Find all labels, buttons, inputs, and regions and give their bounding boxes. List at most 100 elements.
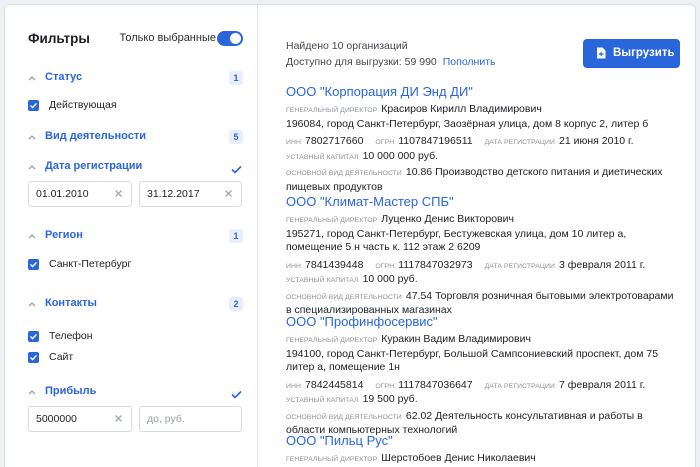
reg-date-value: 7 февраля 2011 г. bbox=[559, 378, 646, 391]
organization-card: ООО "Профинфосервис" Генеральный директо… bbox=[286, 314, 681, 438]
section-status-badge: 1 bbox=[229, 71, 243, 85]
app-frame: Фильтры Только выбранные Статус 1 Действ… bbox=[4, 4, 696, 467]
capital-value: 19 500 руб. bbox=[362, 393, 418, 405]
upload-button-label: Выгрузить bbox=[613, 47, 675, 59]
checkbox-region-spb-label: Санкт-Петербург bbox=[49, 258, 132, 270]
director-label: Генеральный директор bbox=[286, 337, 378, 344]
organization-card: ООО "Корпорация ДИ Энд ДИ" Генеральный д… bbox=[286, 84, 681, 194]
section-region-badge: 1 bbox=[229, 229, 243, 243]
profit-to-input[interactable]: до, руб. bbox=[139, 406, 242, 432]
ids-line: ИНН 7841439448 ОГРН 1117847032973 Дата регис… bbox=[286, 259, 681, 274]
section-contacts-badge: 2 bbox=[229, 297, 243, 311]
capital-line: Уставный капитал 10 000 руб. bbox=[286, 273, 681, 288]
capital-label: Уставный капитал bbox=[286, 153, 359, 161]
inn-value: 7842445814 bbox=[305, 378, 364, 391]
section-contacts[interactable]: Контакты 2 bbox=[28, 297, 243, 313]
section-activity-badge: 5 bbox=[229, 130, 243, 144]
capital-line: Уставный капитал 10 000 000 руб. bbox=[286, 150, 681, 165]
ogrn-value: 1117847032973 bbox=[398, 258, 473, 271]
section-reg-date-label: Дата регистрации bbox=[45, 160, 143, 172]
reg-date-label: Дата регистрации bbox=[484, 139, 556, 146]
reg-date-from-value: 01.01.2010 bbox=[36, 188, 89, 200]
section-reg-date[interactable]: Дата регистрации bbox=[28, 160, 243, 176]
director-label: Генеральный директор bbox=[286, 217, 378, 224]
inn-label: ИНН bbox=[286, 262, 302, 270]
checkbox-checked-icon[interactable] bbox=[28, 352, 39, 363]
inn-label: ИНН bbox=[286, 139, 302, 146]
reg-date-label: Дата регистрации bbox=[484, 262, 556, 270]
section-profit[interactable]: Прибыль bbox=[28, 385, 243, 401]
only-selected-label: Только выбранные bbox=[119, 32, 216, 44]
profit-to-placeholder: до, руб. bbox=[147, 413, 185, 425]
chevron-up-icon bbox=[28, 389, 36, 396]
clear-icon[interactable] bbox=[114, 189, 123, 201]
section-activity-label: Вид деятельности bbox=[45, 130, 147, 142]
filters-sidebar: Фильтры Только выбранные Статус 1 Действ… bbox=[5, 5, 258, 467]
reg-date-from-input[interactable]: 01.01.2010 bbox=[28, 181, 132, 207]
section-profit-label: Прибыль bbox=[45, 385, 97, 397]
found-count: Найдено 10 организаций bbox=[286, 40, 408, 52]
chevron-up-icon bbox=[28, 164, 36, 171]
capital-value: 10 000 руб. bbox=[362, 273, 418, 285]
chevron-up-icon bbox=[28, 134, 36, 141]
clear-icon[interactable] bbox=[224, 189, 233, 201]
section-region[interactable]: Регион 1 bbox=[28, 229, 243, 245]
results-panel: Найдено 10 организаций Доступно для выгр… bbox=[259, 5, 695, 467]
chevron-up-icon bbox=[28, 233, 36, 240]
replenish-link[interactable]: Пополнить bbox=[443, 56, 496, 68]
profit-from-input[interactable]: 5000000 bbox=[28, 406, 132, 432]
checkbox-checked-icon[interactable] bbox=[28, 259, 39, 270]
capital-label: Уставный капитал bbox=[286, 397, 359, 404]
ogrn-label: ОГРН bbox=[375, 139, 395, 146]
check-icon bbox=[231, 161, 242, 179]
capital-value: 10 000 000 руб. bbox=[362, 149, 439, 162]
document-icon bbox=[596, 47, 606, 62]
activity-label: Основной вид деятельности bbox=[286, 293, 402, 301]
director-line: Генеральный директор Шерстобоев Денис Ник… bbox=[286, 452, 681, 467]
checkbox-contacts-phone-label: Телефон bbox=[49, 330, 93, 342]
filters-title: Фильтры bbox=[28, 31, 90, 46]
address: 195271, город Санкт-Петербург, Бестужевс… bbox=[286, 227, 627, 254]
director-value: Куракин Вадим Владимирович bbox=[381, 333, 531, 345]
reg-date-value: 3 февраля 2011 г. bbox=[559, 258, 646, 271]
ogrn-value: 1107847196511 bbox=[398, 135, 473, 147]
reg-date-label: Дата регистрации bbox=[484, 382, 556, 390]
director-value: Красиров Кирилл Владимирович bbox=[381, 103, 542, 115]
organization-name[interactable]: ООО "Климат-Мастер СПБ" bbox=[286, 194, 681, 209]
section-status[interactable]: Статус 1 bbox=[28, 71, 243, 87]
checkbox-status-active-label: Действующая bbox=[49, 99, 117, 111]
organization-card: ООО "Пильц Рус" Генеральный директор Шерс… bbox=[286, 433, 681, 467]
organization-name[interactable]: ООО "Корпорация ДИ Энд ДИ" bbox=[286, 84, 681, 99]
ogrn-label: ОГРН bbox=[375, 382, 395, 390]
organization-name[interactable]: ООО "Пильц Рус" bbox=[286, 433, 681, 448]
inn-value: 7841439448 bbox=[305, 258, 364, 271]
director-line: Генеральный директор Луценко Денис Виктор… bbox=[286, 213, 681, 228]
reg-date-to-input[interactable]: 31.12.2017 bbox=[139, 181, 242, 207]
activity-line: Основной вид деятельности 10.86 Производс… bbox=[286, 166, 681, 194]
filters-header: Фильтры Только выбранные bbox=[28, 31, 243, 51]
available-text: Доступно для выгрузки: 59 990 bbox=[286, 56, 437, 68]
director-line: Генеральный директор Красиров Кирилл Влад… bbox=[286, 103, 681, 118]
director-label: Генеральный директор bbox=[286, 456, 378, 463]
organization-card: ООО "Климат-Мастер СПБ" Генеральный дире… bbox=[286, 194, 681, 318]
director-label: Генеральный директор bbox=[286, 107, 378, 114]
director-value: Луценко Денис Викторович bbox=[381, 213, 514, 225]
available-count: Доступно для выгрузки: 59 990 Пополнить bbox=[286, 56, 496, 68]
activity-label: Основной вид деятельности bbox=[286, 413, 402, 421]
only-selected-toggle[interactable] bbox=[217, 31, 243, 46]
director-line: Генеральный директор Куракин Вадим Владим… bbox=[286, 333, 681, 348]
ogrn-label: ОГРН bbox=[375, 262, 395, 270]
reg-date-to-value: 31.12.2017 bbox=[147, 188, 200, 200]
inn-label: ИНН bbox=[286, 382, 302, 390]
section-region-label: Регион bbox=[45, 229, 83, 241]
checkbox-contacts-site-label: Сайт bbox=[49, 351, 74, 363]
capital-label: Уставный капитал bbox=[286, 277, 359, 284]
section-activity[interactable]: Вид деятельности 5 bbox=[28, 130, 243, 146]
organization-name[interactable]: ООО "Профинфосервис" bbox=[286, 314, 681, 329]
checkbox-checked-icon[interactable] bbox=[28, 100, 39, 111]
ids-line: ИНН 7842445814 ОГРН 1117847036647 Дата регис… bbox=[286, 379, 681, 394]
upload-button[interactable]: Выгрузить bbox=[583, 39, 680, 68]
section-contacts-label: Контакты bbox=[45, 297, 97, 309]
clear-icon[interactable] bbox=[114, 414, 123, 426]
checkbox-checked-icon[interactable] bbox=[28, 331, 39, 342]
